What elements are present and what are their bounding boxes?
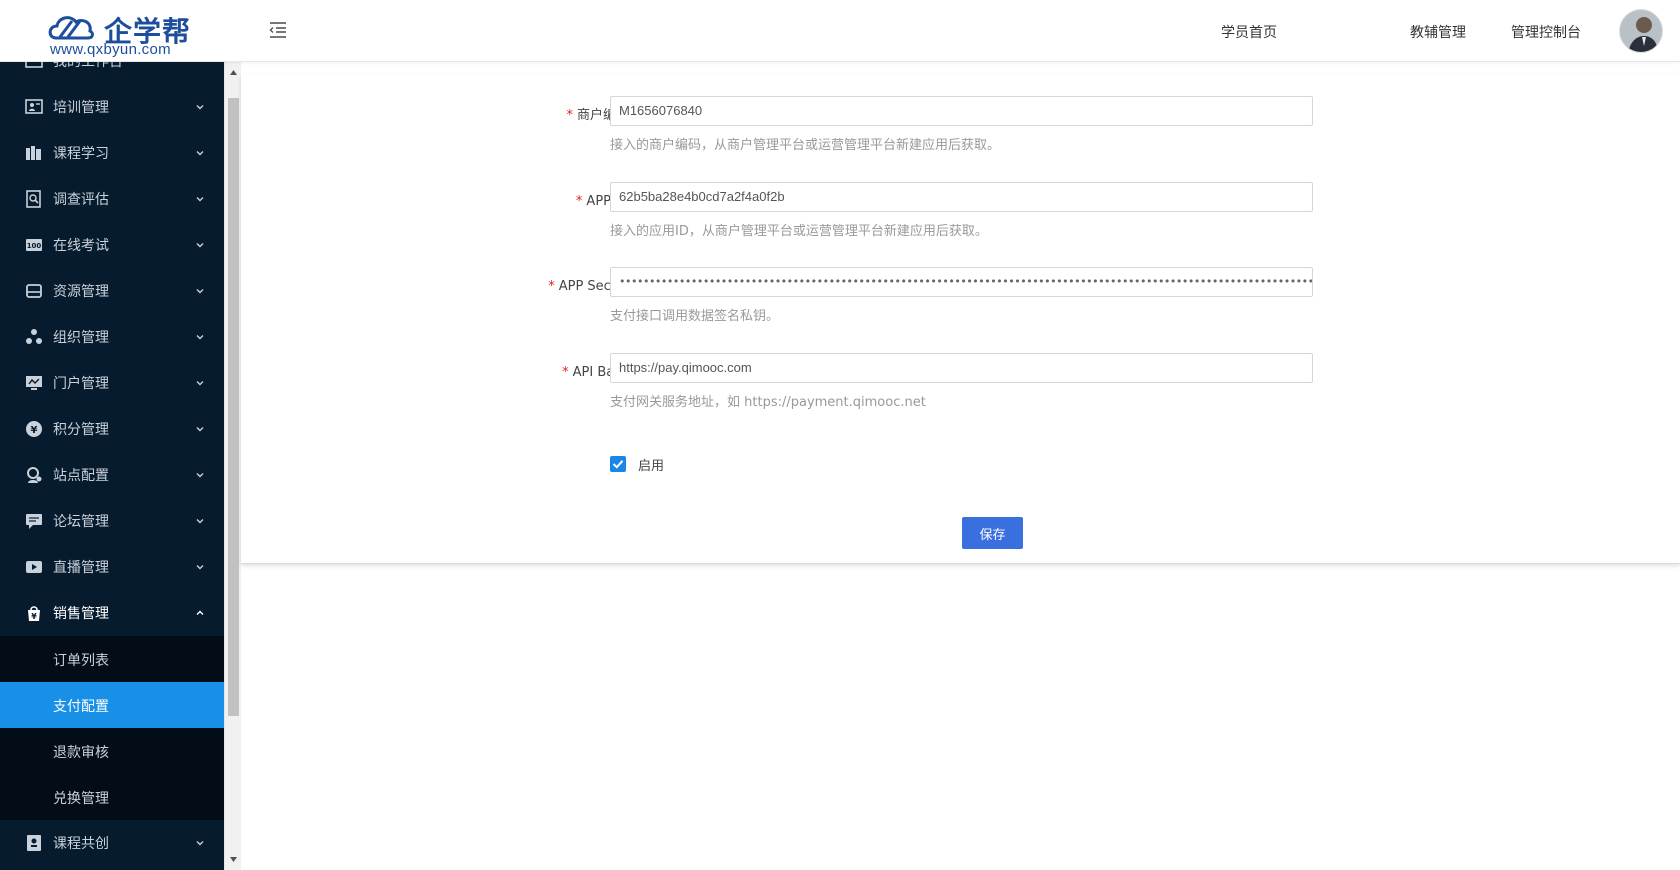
sidebar-item-label: 课程学习 xyxy=(53,146,109,162)
chevron-down-icon xyxy=(196,105,204,110)
nav-admin-console[interactable]: 管理控制台 xyxy=(1511,22,1581,42)
live-icon xyxy=(26,561,42,573)
sidebar-subitem-label: 退款审核 xyxy=(53,745,109,761)
site-config-icon xyxy=(27,467,42,483)
merchant-code-help: 接入的商户编码，从商户管理平台或运营管理平台新建应用后获取。 xyxy=(610,138,1001,153)
sidebar-item-sales[interactable]: ¥ 销售管理 xyxy=(0,590,224,636)
sidebar-subitem-label: 兑换管理 xyxy=(53,791,109,807)
app-id-help: 接入的应用ID，从商户管理平台或运营管理平台新建应用后获取。 xyxy=(610,224,988,239)
sidebar: 我的工作台 培训管理 课程学习 调查评估 100 在线考试 资源管理 组织管理 … xyxy=(0,62,224,870)
api-base-help: 支付网关服务地址，如 https://payment.qimooc.net xyxy=(610,395,926,410)
sidebar-item-label: 培训管理 xyxy=(53,100,109,116)
sidebar-item-label: 课程共创 xyxy=(53,836,109,852)
sidebar-item-online-exam[interactable]: 100 在线考试 xyxy=(0,222,224,268)
avatar[interactable] xyxy=(1619,9,1663,53)
sidebar-item-site-config[interactable]: 站点配置 xyxy=(0,452,224,498)
brand-url: www.qxbyun.com xyxy=(50,41,171,58)
api-base-input[interactable]: https://pay.qimooc.com xyxy=(610,353,1313,383)
chevron-down-icon xyxy=(196,381,204,386)
books-icon xyxy=(26,146,41,160)
sidebar-item-points[interactable]: ¥ 积分管理 xyxy=(0,406,224,452)
sidebar-scrollbar[interactable] xyxy=(224,62,241,870)
sidebar-subitem-order-list[interactable]: 订单列表 xyxy=(0,636,224,682)
app-secret-input[interactable]: ••••••••••••••••••••••••••••••••••••••••… xyxy=(610,267,1313,297)
sidebar-item-training[interactable]: 培训管理 xyxy=(0,84,224,130)
workbench-icon xyxy=(25,62,43,68)
chevron-down-icon xyxy=(196,289,204,294)
menu-fold-icon[interactable] xyxy=(268,20,288,40)
sidebar-item-label: 调查评估 xyxy=(53,192,109,208)
sidebar-item-survey[interactable]: 调查评估 xyxy=(0,176,224,222)
sidebar-item-label: 我的工作台 xyxy=(53,62,123,70)
chevron-up-icon xyxy=(196,610,204,615)
sidebar-item-label: 在线考试 xyxy=(53,238,109,254)
sidebar-item-label: 直播管理 xyxy=(53,560,109,576)
sidebar-subitem-refund-review[interactable]: 退款审核 xyxy=(0,728,224,774)
brand-logo[interactable]: 企学帮 www.qxbyun.com xyxy=(26,8,210,58)
save-button[interactable]: 保存 xyxy=(962,517,1023,549)
chevron-down-icon xyxy=(196,427,204,432)
sidebar-item-label: 门户管理 xyxy=(53,376,109,392)
scroll-down-arrow-icon[interactable] xyxy=(229,855,238,864)
sidebar-subitem-label: 订单列表 xyxy=(53,653,109,669)
survey-icon xyxy=(26,190,41,208)
forum-icon xyxy=(26,514,42,529)
payment-config-form: *商户编码： M1656076840 接入的商户编码，从商户管理平台或运营管理平… xyxy=(241,74,1680,564)
training-icon xyxy=(25,99,43,114)
chevron-down-icon xyxy=(196,335,204,340)
sidebar-item-course-co-create[interactable]: 课程共创 xyxy=(0,820,224,866)
sidebar-item-live[interactable]: 直播管理 xyxy=(0,544,224,590)
required-asterisk: * xyxy=(562,365,569,380)
svg-text:¥: ¥ xyxy=(31,425,38,436)
resource-icon xyxy=(26,284,42,298)
svg-text:¥: ¥ xyxy=(31,612,37,621)
chevron-down-icon xyxy=(196,841,204,846)
scrollbar-thumb[interactable] xyxy=(228,98,239,716)
sidebar-item-course-learning[interactable]: 课程学习 xyxy=(0,130,224,176)
co-create-icon xyxy=(27,835,41,851)
chevron-down-icon xyxy=(196,519,204,524)
cloud-logo-icon xyxy=(48,16,94,40)
chevron-down-icon xyxy=(196,197,204,202)
nav-student-home[interactable]: 学员首页 xyxy=(1221,22,1277,42)
sidebar-item-workbench[interactable]: 我的工作台 xyxy=(0,62,224,84)
scroll-up-arrow-icon[interactable] xyxy=(229,68,238,77)
app-id-input[interactable]: 62b5ba28e4b0cd7a2f4a0f2b xyxy=(610,182,1313,212)
app-secret-help: 支付接口调用数据签名私钥。 xyxy=(610,309,780,324)
user-avatar-icon xyxy=(1620,10,1662,52)
org-icon xyxy=(26,329,42,344)
sidebar-item-portal[interactable]: 门户管理 xyxy=(0,360,224,406)
sidebar-item-organization[interactable]: 组织管理 xyxy=(0,314,224,360)
enable-checkbox[interactable] xyxy=(610,456,626,472)
merchant-code-input[interactable]: M1656076840 xyxy=(610,96,1313,126)
sales-bag-icon: ¥ xyxy=(28,606,40,621)
chevron-down-icon xyxy=(196,473,204,478)
sidebar-item-label: 站点配置 xyxy=(53,468,109,484)
svg-text:100: 100 xyxy=(27,242,42,250)
sidebar-item-label: 资源管理 xyxy=(53,284,109,300)
sidebar-subitem-label: 支付配置 xyxy=(53,699,109,715)
chevron-down-icon xyxy=(196,565,204,570)
sidebar-item-resources[interactable]: 资源管理 xyxy=(0,268,224,314)
exam-100-icon: 100 xyxy=(26,239,42,251)
sidebar-item-forum[interactable]: 论坛管理 xyxy=(0,498,224,544)
required-asterisk: * xyxy=(548,279,555,294)
top-header: 企学帮 www.qxbyun.com 学员首页 教辅管理 管理控制台 xyxy=(0,0,1680,62)
sidebar-item-label: 论坛管理 xyxy=(53,514,109,530)
sidebar-subitem-payment-config[interactable]: 支付配置 xyxy=(0,682,224,728)
portal-icon xyxy=(26,376,42,390)
yen-coin-icon: ¥ xyxy=(26,421,42,437)
checkmark-icon xyxy=(612,460,624,469)
chevron-down-icon xyxy=(196,151,204,156)
required-asterisk: * xyxy=(566,108,573,123)
nav-teaching-admin[interactable]: 教辅管理 xyxy=(1410,22,1466,42)
chevron-down-icon xyxy=(196,243,204,248)
sidebar-item-label: 组织管理 xyxy=(53,330,109,346)
sidebar-item-label: 积分管理 xyxy=(53,422,109,438)
enable-checkbox-label: 启用 xyxy=(638,459,665,474)
sidebar-subitem-redeem-management[interactable]: 兑换管理 xyxy=(0,774,224,820)
main-content: *商户编码： M1656076840 接入的商户编码，从商户管理平台或运营管理平… xyxy=(241,62,1680,870)
sidebar-item-label: 销售管理 xyxy=(53,606,109,622)
required-asterisk: * xyxy=(575,194,583,209)
